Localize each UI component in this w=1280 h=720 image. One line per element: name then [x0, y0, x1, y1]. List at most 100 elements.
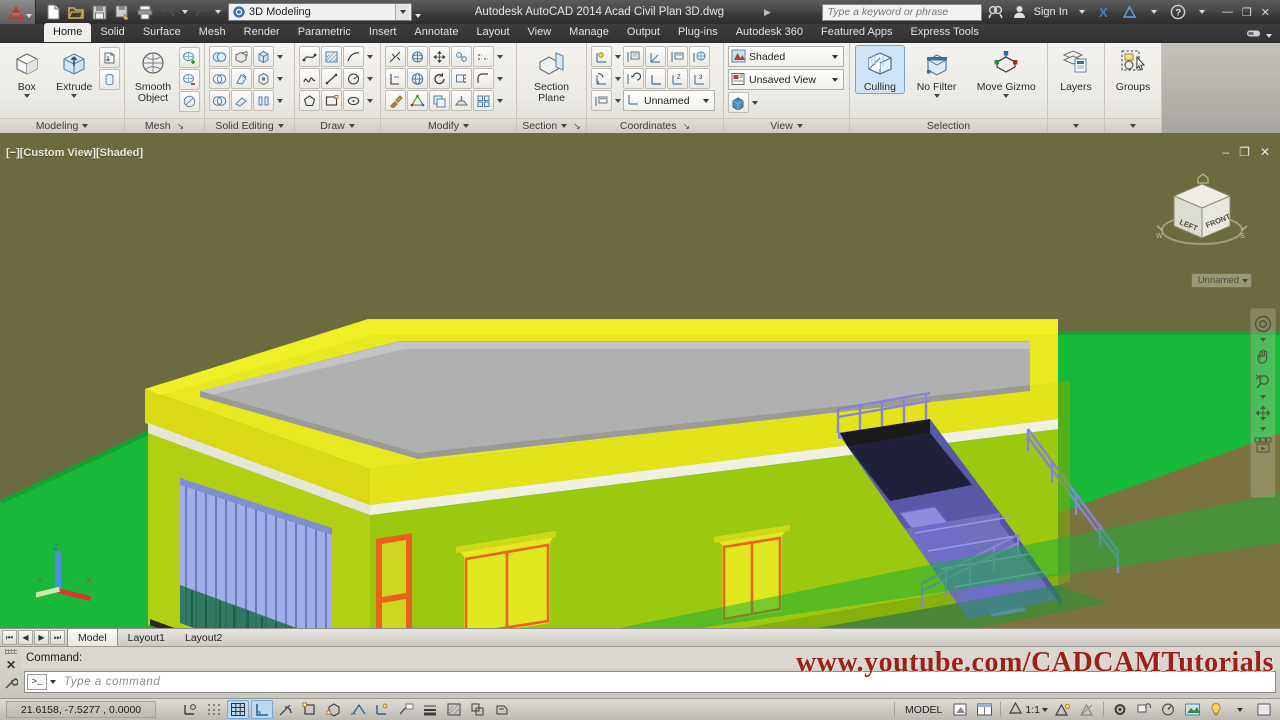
isolate-objects-button[interactable]: [1181, 700, 1203, 719]
chevron-down-icon[interactable]: [561, 124, 568, 128]
arc-dropdown[interactable]: [365, 46, 374, 67]
groups-button[interactable]: Groups: [1109, 46, 1157, 93]
command-input-row[interactable]: >_ Type a command: [24, 671, 1276, 693]
tab-surface[interactable]: Surface: [134, 23, 190, 42]
clean-screen-button[interactable]: [1253, 700, 1275, 719]
panel-title-modify[interactable]: Modify: [381, 118, 516, 133]
tab-insert[interactable]: Insert: [360, 23, 406, 42]
viewport-label[interactable]: [−][Custom View][Shaded]: [6, 147, 143, 159]
snap-mode-toggle[interactable]: [203, 700, 225, 719]
slice-button[interactable]: [253, 90, 274, 111]
coordinates-display[interactable]: 21.6158, -7.5277 , 0.0000: [6, 701, 156, 718]
move-gizmo-button[interactable]: Move Gizmo: [969, 46, 1043, 98]
no-filter-dropdown-icon[interactable]: [933, 94, 940, 98]
command-line-close-button[interactable]: ✕: [6, 659, 16, 671]
workspace-gear-button[interactable]: [1109, 700, 1131, 719]
undo-dropdown[interactable]: [180, 2, 189, 23]
prev-layout-button[interactable]: ◀: [18, 630, 33, 645]
ribbon-options-dropdown[interactable]: [1266, 29, 1272, 41]
first-layout-button[interactable]: ⏮: [2, 630, 17, 645]
grid-display-toggle[interactable]: [227, 700, 249, 719]
3d-array-rect-button[interactable]: [473, 90, 494, 111]
exchange-apps-icon[interactable]: X: [1096, 2, 1116, 22]
restore-button[interactable]: ❐: [1242, 6, 1252, 19]
chevron-down-icon[interactable]: [277, 124, 284, 128]
ellipse-dropdown[interactable]: [365, 90, 374, 111]
panel-title-layers[interactable]: [1048, 118, 1104, 133]
extrude-face-button[interactable]: [451, 90, 472, 111]
smooth-more-button[interactable]: [179, 47, 200, 68]
rectangle-button[interactable]: [321, 90, 342, 111]
ucs-selector-pill[interactable]: Unnamed: [1190, 273, 1252, 288]
drawing-viewport[interactable]: [−][Custom View][Shaded] – ❐ ✕ W S LEFT: [0, 133, 1280, 628]
title-overflow-arrow[interactable]: ▶: [764, 7, 771, 18]
chevron-down-icon[interactable]: [699, 91, 712, 110]
box-button[interactable]: Box: [4, 46, 50, 98]
ucs-view-button[interactable]: [689, 46, 710, 67]
viewport-config-button[interactable]: [728, 92, 749, 113]
object-snap-toggle[interactable]: [299, 700, 321, 719]
modify-dropdown-1[interactable]: [495, 46, 504, 67]
redo-button[interactable]: [190, 2, 212, 22]
toolbar-lock-button[interactable]: [1133, 700, 1155, 719]
workspace-extra-dropdown[interactable]: [412, 2, 424, 22]
ucs-3point-button[interactable]: [591, 46, 612, 67]
solid-box-button[interactable]: [253, 46, 274, 67]
culling-button[interactable]: Culling: [855, 45, 905, 94]
intersect-button[interactable]: [209, 90, 230, 111]
visual-style-combo[interactable]: Shaded: [728, 46, 844, 67]
extrude-dropdown-icon[interactable]: [71, 94, 78, 98]
extend-button[interactable]: [385, 68, 406, 89]
last-layout-button[interactable]: ⏭: [50, 630, 65, 645]
tab-render[interactable]: Render: [235, 23, 289, 42]
ucs-3-button[interactable]: 3: [689, 68, 710, 89]
command-line-grip[interactable]: [5, 649, 17, 654]
revolve-button[interactable]: [99, 69, 120, 90]
steering-wheel-icon[interactable]: [1252, 313, 1274, 335]
smooth-less-button[interactable]: [179, 69, 200, 90]
application-menu-button[interactable]: [0, 0, 36, 24]
command-input[interactable]: Type a command: [64, 676, 160, 688]
save-as-button[interactable]: [111, 2, 133, 22]
panel-title-coordinates[interactable]: Coordinates ↘: [587, 118, 723, 133]
command-line-customize-icon[interactable]: [4, 676, 19, 693]
orbit-dropdown[interactable]: [1260, 427, 1266, 431]
3d-orbit-button[interactable]: [407, 68, 428, 89]
named-ucs-button[interactable]: [623, 46, 644, 67]
modify-dropdown-3[interactable]: [495, 90, 504, 111]
circle-button[interactable]: [343, 68, 364, 89]
command-prompt-icon[interactable]: >_: [27, 674, 47, 690]
line-button[interactable]: [321, 68, 342, 89]
ucs-z-button[interactable]: Z: [667, 68, 688, 89]
autodesk-360-dropdown[interactable]: [1144, 2, 1164, 22]
ucs-manage-button[interactable]: [591, 90, 612, 111]
tab-express-tools[interactable]: Express Tools: [902, 23, 988, 42]
quick-view-drawings-button[interactable]: [949, 700, 971, 719]
sign-in-button[interactable]: Sign In: [1034, 6, 1068, 18]
panel-title-section[interactable]: Section ↘: [517, 118, 586, 133]
save-button[interactable]: [88, 2, 110, 22]
showmotion-icon[interactable]: [1252, 434, 1274, 456]
polar-tracking-toggle[interactable]: [275, 700, 297, 719]
workspace-switcher[interactable]: 3D Modeling: [228, 3, 412, 21]
circle-dropdown[interactable]: [365, 68, 374, 89]
tab-output[interactable]: Output: [618, 23, 669, 42]
chevron-down-icon[interactable]: [796, 124, 803, 128]
view-cube[interactable]: W S LEFT FRONT: [1154, 168, 1250, 264]
lineweight-toggle[interactable]: [419, 700, 441, 719]
chevron-down-icon[interactable]: [462, 124, 469, 128]
new-button[interactable]: [42, 2, 64, 22]
refine-mesh-button[interactable]: [179, 91, 200, 112]
status-tray-lightbulb-button[interactable]: [1205, 700, 1227, 719]
3d-align-button[interactable]: [451, 46, 472, 67]
viewport-close-button[interactable]: ✕: [1260, 145, 1270, 159]
hardware-acceleration-button[interactable]: [1157, 700, 1179, 719]
chevron-down-icon[interactable]: [1130, 124, 1136, 128]
chevron-down-icon[interactable]: [348, 124, 355, 128]
tab-plugins[interactable]: Plug-ins: [669, 23, 727, 42]
help-dropdown[interactable]: [1192, 2, 1212, 22]
quick-view-layouts-button[interactable]: [973, 700, 995, 719]
fillet-button[interactable]: [473, 68, 494, 89]
search-input[interactable]: Type a keyword or phrase: [821, 3, 982, 21]
next-layout-button[interactable]: ▶: [34, 630, 49, 645]
